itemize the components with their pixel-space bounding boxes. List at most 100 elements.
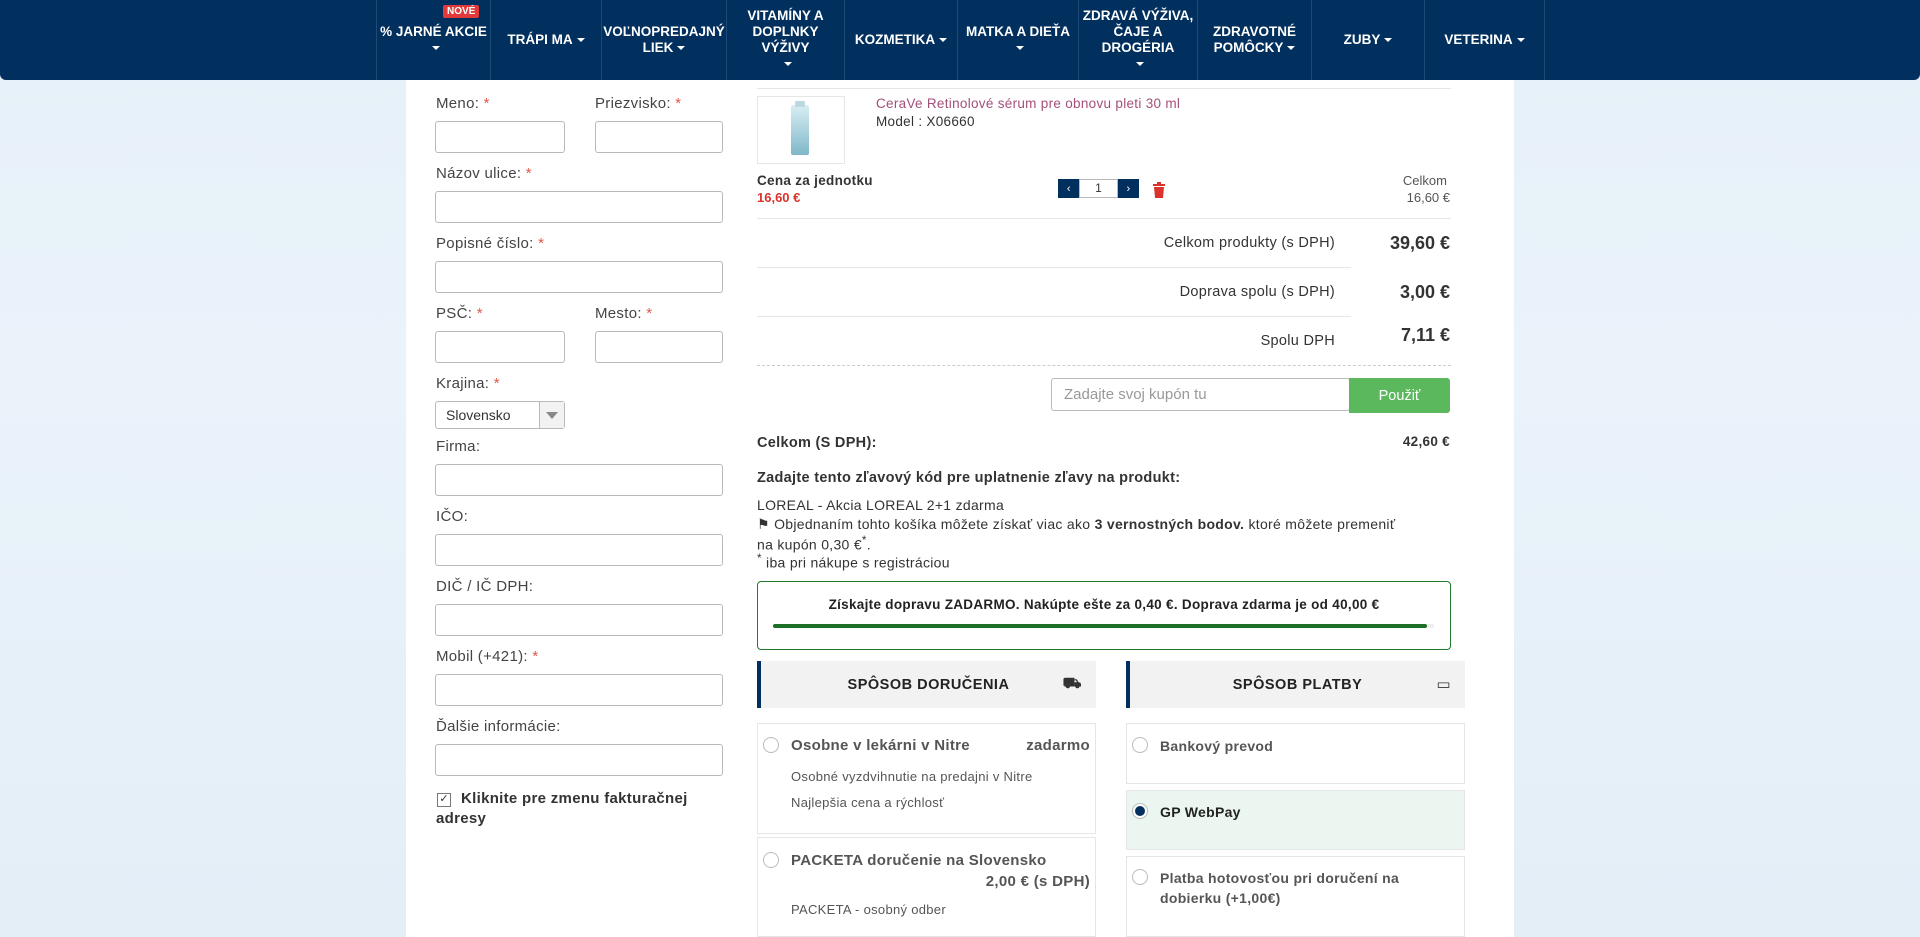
main-navigation: % JARNÉ AKCIE NOVÉ TRÁPI MA VOĽNOPREDAJN… [0, 0, 1920, 80]
nav-item-otc-medicine[interactable]: VOĽNOPREDAJNÝ LIEK [601, 0, 726, 80]
nav-item-label: ČAJE A DROGÉRIA [1101, 24, 1175, 55]
loyalty-note: * iba pri nákupe s registráciou [757, 552, 950, 571]
vat-total-label: Spolu DPH [1260, 333, 1335, 349]
new-badge: NOVÉ [443, 5, 480, 18]
free-shipping-progress-fill [773, 624, 1428, 628]
payment-option-gp-webpay[interactable]: GP WebPay [1126, 790, 1465, 850]
delivery-option-radio[interactable] [763, 737, 779, 753]
caret-down-icon [431, 46, 440, 51]
quantity-input[interactable]: 1 [1079, 179, 1118, 198]
mobile-label: Mobil (+421): * [436, 648, 539, 665]
loyalty-points-text: ⚑ Objednaním tohto košíka môžete získať … [757, 516, 1396, 532]
additional-info-field[interactable] [435, 744, 723, 776]
delivery-option-packeta[interactable]: PACKETA doručenie na Slovensko 2,00 € (s… [757, 837, 1096, 937]
product-image [791, 101, 809, 155]
increase-quantity-button[interactable]: › [1117, 179, 1139, 198]
dropdown-arrow-icon [539, 402, 564, 428]
discount-code-text: LOREAL - Akcia LOREAL 2+1 zdarma [757, 497, 1005, 513]
delivery-option-title: PACKETA doručenie na Slovensko [791, 852, 1047, 869]
nav-item-vitamins[interactable]: VITAMÍNY A DOPLNKY VÝŽIVY [726, 0, 844, 80]
unit-price-value: 16,60 € [757, 190, 801, 205]
divider [757, 267, 1351, 268]
nav-item-label: ZDRAVÁ VÝŽIVA, [1082, 8, 1194, 23]
divider [757, 365, 1451, 366]
trash-icon[interactable] [1152, 182, 1166, 198]
payment-option-bank-transfer[interactable]: Bankový prevod [1126, 723, 1465, 784]
zip-field[interactable] [435, 331, 565, 363]
divider [757, 218, 1451, 219]
line-total-label: Celkom [1402, 173, 1447, 188]
shipping-total-label: Doprava spolu (s DPH) [1179, 284, 1335, 300]
additional-info-label: Ďalšie informácie: [436, 718, 561, 735]
caret-down-icon [939, 38, 948, 43]
nav-item-label: LIEK [642, 40, 674, 55]
products-total-value: 39,60 € [1389, 233, 1450, 253]
caret-down-icon [1384, 38, 1393, 43]
dic-label: DIČ / IČ DPH: [436, 578, 534, 595]
dic-field[interactable] [435, 604, 723, 636]
nav-item-trapi-ma[interactable]: TRÁPI MA [490, 0, 601, 80]
payment-option-radio[interactable] [1132, 869, 1148, 885]
product-name-link[interactable]: CeraVe Retinolové sérum pre obnovu pleti… [876, 96, 1180, 111]
delivery-method-header: SPÔSOB DORUČENIA ⛟ [757, 661, 1096, 708]
payment-option-title: Bankový prevod [1160, 738, 1274, 754]
house-number-label: Popisné číslo: * [436, 235, 545, 252]
flag-icon: ⚑ [757, 516, 770, 532]
credit-card-icon: ▭ [1436, 676, 1451, 693]
payment-option-radio[interactable] [1132, 803, 1148, 819]
country-select[interactable]: Slovensko [435, 401, 565, 429]
nav-item-healthy-food[interactable]: ZDRAVÁ VÝŽIVA, ČAJE A DROGÉRIA [1078, 0, 1197, 80]
nav-item-teeth[interactable]: ZUBY [1311, 0, 1424, 80]
delivery-option-description: PACKETA - osobný odber [791, 902, 946, 917]
nav-item-label: % JARNÉ AKCIE [380, 24, 487, 39]
street-field[interactable] [435, 191, 723, 223]
nav-item-cosmetics[interactable]: KOZMETIKA [844, 0, 957, 80]
coupon-input[interactable]: Zadajte svoj kupón tu [1051, 378, 1350, 411]
company-label: Firma: [436, 438, 481, 455]
nav-item-label: KOZMETIKA [854, 32, 936, 47]
payment-option-title: dobierku (+1,00€) [1160, 890, 1281, 906]
product-thumbnail[interactable] [757, 96, 845, 164]
nav-item-label: MATKA A DIEŤA [966, 24, 1070, 39]
nav-item-label: VETERINA [1444, 32, 1513, 47]
divider [757, 316, 1351, 317]
delivery-option-pickup[interactable]: Osobne v lekárni v Nitre zadarmo Osobné … [757, 723, 1096, 834]
first-name-label: Meno: * [436, 95, 490, 112]
nav-item-label: ZUBY [1343, 32, 1381, 47]
city-field[interactable] [595, 331, 723, 363]
decrease-quantity-button[interactable]: ‹ [1058, 179, 1080, 198]
grand-total-value: 42,60 € [1402, 434, 1450, 449]
caret-down-icon [1287, 46, 1296, 51]
company-field[interactable] [435, 464, 723, 496]
delivery-method-title: SPÔSOB DORUČENIA [847, 676, 1010, 693]
nav-item-veterinary[interactable]: VETERINA [1424, 0, 1545, 80]
billing-address-checkbox-label[interactable]: Kliknite pre zmenu fakturačnej adresy [436, 789, 696, 829]
payment-option-title: Platba hotovosťou pri doručení na [1160, 870, 1400, 886]
ico-label: IČO: [436, 508, 469, 525]
products-total-label: Celkom produkty (s DPH) [1163, 235, 1335, 251]
payment-option-radio[interactable] [1132, 737, 1148, 753]
free-shipping-progress [773, 624, 1434, 628]
first-name-field[interactable] [435, 121, 565, 153]
loyalty-points-text-line2: na kupón 0,30 €*. [757, 534, 871, 553]
delivery-option-description: Najlepšia cena a rýchlosť [791, 795, 945, 810]
payment-method-title: SPÔSOB PLATBY [1232, 676, 1363, 693]
free-shipping-text: Získajte dopravu ZADARMO. Nakúpte ešte z… [828, 597, 1380, 612]
nav-item-mother-child[interactable]: MATKA A DIEŤA [957, 0, 1078, 80]
last-name-field[interactable] [595, 121, 723, 153]
nav-item-medical-aids[interactable]: ZDRAVOTNÉ POMÔCKY [1197, 0, 1311, 80]
mobile-field[interactable] [435, 674, 723, 706]
payment-method-header: SPÔSOB PLATBY ▭ [1126, 661, 1465, 708]
caret-down-icon [783, 62, 792, 67]
payment-option-cash-on-delivery[interactable]: Platba hotovosťou pri doručení na dobier… [1126, 856, 1465, 937]
nav-item-label: POMÔCKY [1213, 40, 1284, 55]
ico-field[interactable] [435, 534, 723, 566]
caret-down-icon [576, 38, 585, 43]
line-total-value: 16,60 € [1406, 190, 1450, 205]
nav-item-label: VITAMÍNY A [747, 8, 824, 23]
billing-address-checkbox[interactable]: ✓ [437, 793, 451, 807]
caret-down-icon [1016, 46, 1024, 51]
apply-coupon-button[interactable]: Použiť [1349, 378, 1450, 413]
delivery-option-radio[interactable] [763, 852, 779, 868]
house-number-field[interactable] [435, 261, 723, 293]
